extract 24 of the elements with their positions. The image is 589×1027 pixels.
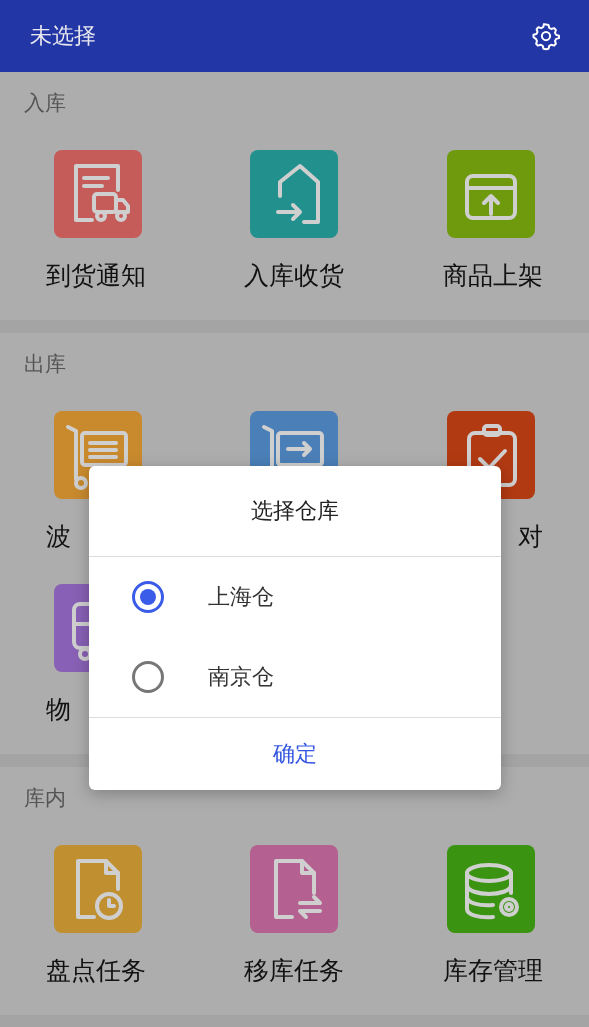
- radio-button[interactable]: [132, 661, 164, 693]
- radio-button[interactable]: [132, 581, 164, 613]
- menu-label: 盘点任务: [46, 955, 148, 987]
- section-heading: 入库: [23, 90, 66, 117]
- database-gear-icon[interactable]: [446, 845, 535, 933]
- menu-label: 波: [46, 521, 73, 553]
- settings-icon[interactable]: [531, 21, 561, 51]
- app-title: 未选择: [30, 22, 96, 50]
- menu-label: 商品上架: [441, 260, 543, 292]
- document-clock-icon[interactable]: [54, 845, 143, 933]
- menu-label: 到货通知: [46, 260, 148, 292]
- document-truck-icon[interactable]: [54, 150, 143, 238]
- menu-label: 对: [516, 521, 543, 553]
- menu-label: 库存管理: [441, 955, 543, 987]
- document-arrows-icon[interactable]: [250, 845, 339, 933]
- menu-label: 入库收货: [243, 260, 346, 292]
- option-label[interactable]: 南京仓: [208, 662, 274, 692]
- dialog-title: 选择仓库: [89, 466, 501, 557]
- section-heading: 出库: [23, 351, 66, 378]
- section-heading: 库内: [23, 785, 66, 812]
- menu-label: 物: [46, 694, 73, 726]
- option-label[interactable]: 上海仓: [208, 582, 274, 612]
- menu-label: 移库任务: [243, 955, 346, 987]
- confirm-button[interactable]: 确定: [89, 718, 501, 790]
